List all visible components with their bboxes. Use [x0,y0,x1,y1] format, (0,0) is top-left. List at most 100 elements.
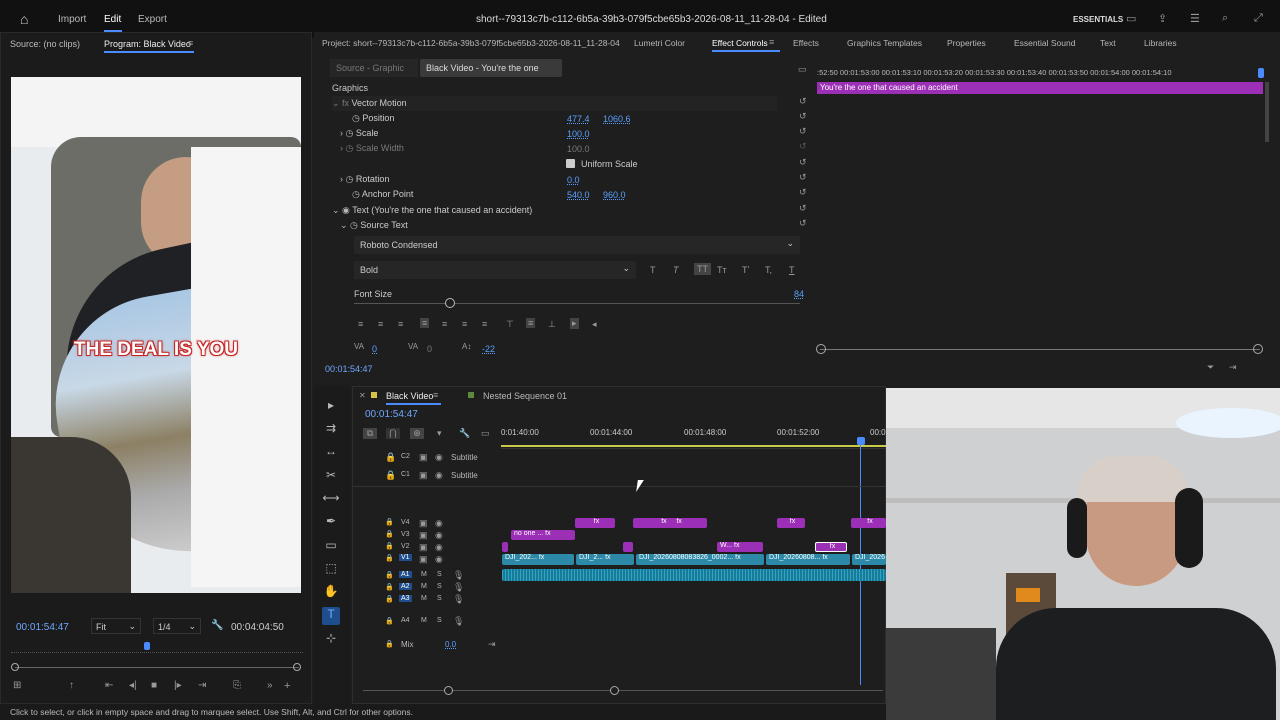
clip-tab[interactable]: Black Video - You're the one [420,59,562,77]
reset-icon[interactable]: ↺ [799,157,807,168]
mute-icon[interactable]: M [421,617,427,624]
lock-icon[interactable]: 🔒 [385,542,394,550]
v4-clip[interactable]: fx fx [633,518,707,528]
v2-clip[interactable] [623,542,633,552]
project-tab[interactable]: Project: short--79313c7b-c112-6b5a-39b3-… [322,38,620,48]
position-x[interactable]: 477.4 [567,114,590,124]
font-dropdown[interactable]: Roboto Condensed ⌄ [354,236,800,254]
reset-icon[interactable]: ↺ [799,141,807,152]
mic-icon[interactable]: 🎙 [453,594,464,605]
add-button-icon[interactable]: + [284,680,290,692]
align-right-icon[interactable]: ≡ [398,319,403,329]
mini-zoom-handle-left[interactable] [816,344,826,354]
tab-properties[interactable]: Properties [947,38,986,48]
center-align-icon[interactable]: ≡ [526,318,536,328]
scale-row[interactable]: › ◷ Scale [340,126,378,141]
anchor-x[interactable]: 540.0 [567,190,590,200]
lock-icon[interactable]: 🔒 [385,452,396,463]
scale-width-row[interactable]: › ◷ Scale Width [340,141,404,156]
menu-icon[interactable]: ≡ [433,390,438,400]
solo-icon[interactable]: S [437,571,442,578]
position-row[interactable]: ◷ Position [352,111,394,126]
go-to-out-icon[interactable]: ⇥ [198,680,206,691]
v1-clip[interactable]: DJI_20260808... fx [766,554,850,565]
snap-icon[interactable]: ⋂ [386,428,400,439]
justify-right-icon[interactable]: ≡ [462,319,467,329]
style-dropdown[interactable]: Bold ⌄ [354,261,636,279]
slip-icon[interactable]: ⟷ [322,491,340,509]
tracking-value[interactable]: 0 [372,344,377,354]
v2-clip[interactable]: W... fx [717,542,763,552]
reset-icon[interactable]: ↺ [799,96,807,107]
eye-icon[interactable]: ◉ [435,518,443,529]
mark-in-icon[interactable]: ↑ [69,680,74,691]
go-to-end-icon[interactable]: ⇥ [488,639,496,650]
solo-icon[interactable]: S [437,595,442,602]
reset-icon[interactable]: ↺ [799,111,807,122]
fit-select[interactable]: Fit ⌄ [91,618,141,634]
tab-libraries[interactable]: Libraries [1144,38,1177,48]
resolution-select[interactable]: 1/4 ⌄ [153,618,201,634]
superscript-icon[interactable]: Tʼ [742,265,750,275]
mini-playhead[interactable] [1258,68,1264,78]
align-center-icon[interactable]: ≡ [378,319,383,329]
a1-audio-clip[interactable] [502,569,886,581]
zoom-handle-right[interactable] [293,663,301,671]
reset-icon[interactable]: ↺ [799,218,807,229]
top-align-icon[interactable]: ⊤ [506,319,514,330]
faux-bold-icon[interactable]: T [650,265,656,275]
scroll-handle-right[interactable] [610,686,619,695]
step-forward-icon[interactable]: |▸ [174,680,182,691]
mic-icon[interactable]: 🎙 [453,570,464,581]
work-area-bar[interactable] [501,445,886,447]
justify-center-icon[interactable]: ≡ [442,319,447,329]
subscript-icon[interactable]: T, [765,265,772,275]
mini-ruler[interactable]: :52:50 00:01:53:00 00:01:53:10 00:01:53:… [817,68,1267,80]
timeline-timecode[interactable]: 00:01:54:47 [365,409,418,420]
program-menu-icon[interactable]: ≡ [188,38,193,48]
more-icon[interactable]: » [267,680,273,691]
underline-icon[interactable]: T [789,265,795,275]
linked-selection-icon[interactable]: ⊕ [410,428,424,439]
eye-icon[interactable]: ◉ [435,452,443,463]
export-icon[interactable]: ⇥ [1229,362,1237,373]
text-layer-row[interactable]: ⌄ ◉ Text (You're the one that caused an … [332,203,532,218]
hand-icon[interactable]: ✋ [322,584,340,602]
anchor-y[interactable]: 960.0 [603,190,626,200]
v3-clip[interactable]: no one ... fx [511,530,575,540]
tab-text[interactable]: Text [1100,38,1116,48]
toggle-timeline-icon[interactable]: ▭ [798,64,807,75]
lock-icon[interactable]: 🔒 [385,530,394,538]
close-icon[interactable]: ✕ [359,391,366,400]
search-icon[interactable]: ⌕ [1222,12,1228,25]
program-timecode[interactable]: 00:01:54:47 [16,622,69,633]
menu-import[interactable]: Import [58,14,86,25]
program-playhead[interactable] [144,642,150,650]
eye-icon[interactable]: ◉ [435,542,443,553]
font-size-slider-handle[interactable] [445,298,455,308]
sync-icon[interactable]: ▣ [419,542,428,553]
solo-icon[interactable]: S [437,617,442,624]
home-icon[interactable]: ⌂ [20,11,28,27]
mini-zoom-bar[interactable] [820,349,1260,350]
tab-graphics-templates[interactable]: Graphics Templates [847,38,922,48]
captions-icon[interactable]: ▭ [481,428,490,439]
v4-clip[interactable]: fx [777,518,805,528]
marker-icon[interactable]: ▾ [437,428,442,439]
mute-icon[interactable]: M [421,583,427,590]
panel-icon[interactable]: ▭ [1126,12,1136,25]
reset-icon[interactable]: ↺ [799,126,807,137]
reset-icon[interactable]: ↺ [799,203,807,214]
timeline-playhead-handle[interactable] [857,437,865,445]
eye-icon[interactable]: ◉ [435,554,443,565]
menu-icon[interactable]: ☰ [1190,12,1200,25]
v2-clip[interactable] [502,542,508,552]
reset-icon[interactable]: ↺ [799,187,807,198]
v1-clip[interactable]: DJI_2026 [852,554,886,565]
tab-essential-sound[interactable]: Essential Sound [1014,38,1075,48]
go-to-in-icon[interactable]: ⇤ [105,680,113,691]
tab-black-video[interactable]: Black Video [386,391,433,401]
v4-clip[interactable]: fx [575,518,615,528]
track-select-icon[interactable]: ⇉ [322,421,340,439]
tab-nested-sequence[interactable]: Nested Sequence 01 [483,391,567,401]
